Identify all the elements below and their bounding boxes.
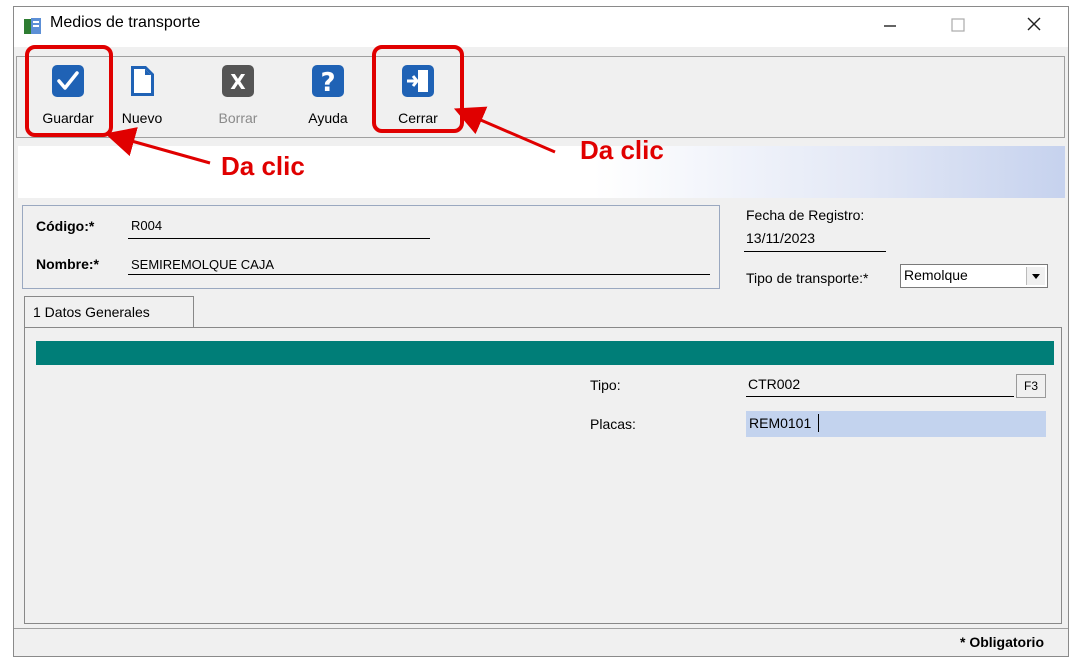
annotation-arrows <box>104 106 556 165</box>
callout-guardar: Da clic <box>221 151 305 181</box>
arrow-to-cerrar <box>453 106 556 154</box>
arrow-to-guardar <box>104 127 211 165</box>
callout-cerrar: Da clic <box>580 135 664 165</box>
